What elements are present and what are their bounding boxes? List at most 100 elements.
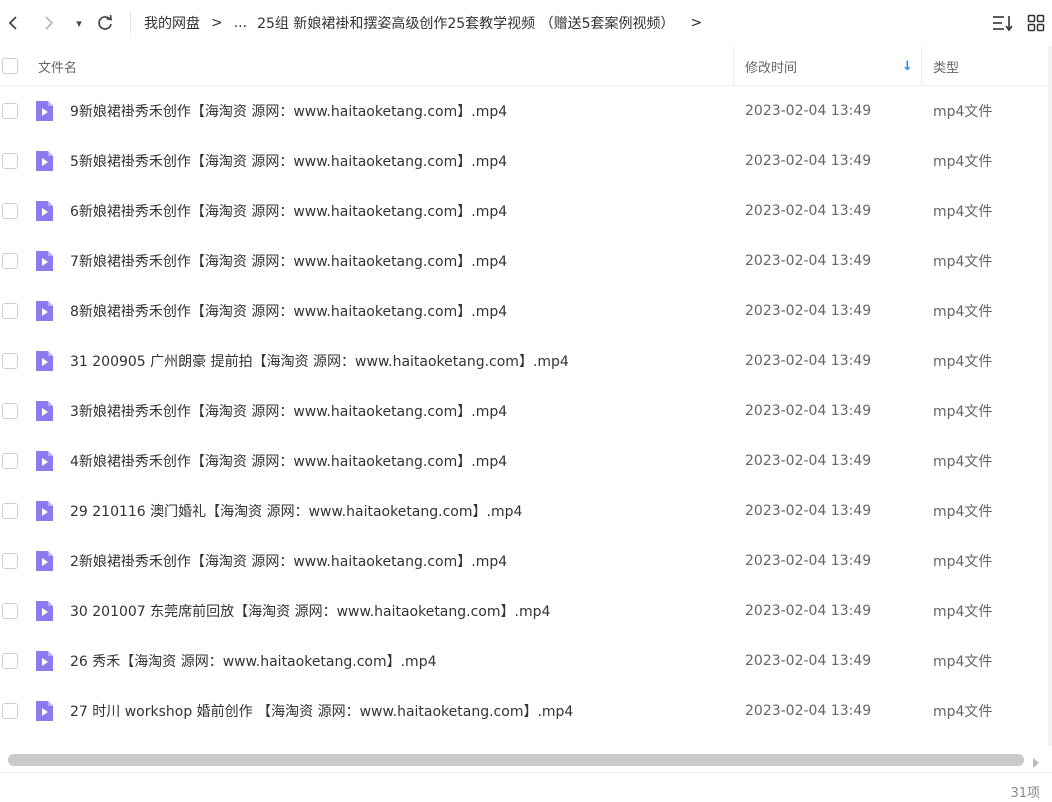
column-name-header[interactable]: 文件名 — [38, 46, 77, 86]
column-type-header[interactable]: 类型 — [933, 46, 959, 86]
row-checkbox-cell — [2, 686, 18, 736]
horizontal-scrollbar-track[interactable] — [8, 754, 1024, 766]
file-modified-time: 2023-02-04 13:49 — [745, 603, 872, 619]
horizontal-scrollbar[interactable] — [0, 752, 1052, 768]
file-modified-time: 2023-02-04 13:49 — [745, 653, 872, 669]
video-file-icon — [34, 336, 54, 386]
file-name[interactable]: 29 210116 澳门婚礼【海淘资 源网：www.haitaoketang.c… — [70, 486, 730, 536]
video-file-icon — [34, 186, 54, 236]
row-checkbox-cell — [2, 236, 18, 286]
row-checkbox[interactable] — [2, 603, 18, 619]
sort-list-icon — [993, 16, 1013, 32]
video-file-icon — [34, 536, 54, 586]
file-modified-time: 2023-02-04 13:49 — [745, 153, 872, 169]
file-row[interactable]: 3新娘裙褂秀禾创作【海淘资 源网：www.haitaoketang.com】.m… — [0, 386, 1052, 436]
file-name[interactable]: 9新娘裙褂秀禾创作【海淘资 源网：www.haitaoketang.com】.m… — [70, 86, 730, 136]
column-mtime-header[interactable]: 修改时间 — [745, 46, 797, 86]
row-checkbox[interactable] — [2, 403, 18, 419]
row-checkbox[interactable] — [2, 453, 18, 469]
file-name[interactable]: 8新娘裙褂秀禾创作【海淘资 源网：www.haitaoketang.com】.m… — [70, 286, 730, 336]
breadcrumb-trailing-separator[interactable]: > — [691, 15, 703, 31]
file-row[interactable]: 4新娘裙褂秀禾创作【海淘资 源网：www.haitaoketang.com】.m… — [0, 436, 1052, 486]
toolbar-divider — [130, 12, 131, 34]
column-divider[interactable] — [921, 46, 922, 86]
video-file-icon — [34, 136, 54, 186]
video-file-icon — [34, 586, 54, 636]
file-name[interactable]: 5新娘裙褂秀禾创作【海淘资 源网：www.haitaoketang.com】.m… — [70, 136, 730, 186]
row-checkbox[interactable] — [2, 353, 18, 369]
file-name[interactable]: 31 200905 广州朗豪 提前拍【海淘资 源网：www.haitaoketa… — [70, 336, 730, 386]
file-row[interactable]: 31 200905 广州朗豪 提前拍【海淘资 源网：www.haitaoketa… — [0, 336, 1052, 386]
back-button[interactable] — [2, 12, 24, 34]
video-file-icon — [34, 286, 54, 336]
row-checkbox[interactable] — [2, 203, 18, 219]
row-checkbox[interactable] — [2, 153, 18, 169]
row-checkbox[interactable] — [2, 653, 18, 669]
select-all-checkbox[interactable] — [2, 58, 18, 74]
row-checkbox[interactable] — [2, 253, 18, 269]
file-modified-time: 2023-02-04 13:49 — [745, 203, 872, 219]
file-row[interactable]: 30 201007 东莞席前回放【海淘资 源网：www.haitaoketang… — [0, 586, 1052, 636]
file-type: mp4文件 — [933, 654, 993, 670]
row-checkbox[interactable] — [2, 703, 18, 719]
file-row[interactable]: 2新娘裙褂秀禾创作【海淘资 源网：www.haitaoketang.com】.m… — [0, 536, 1052, 586]
view-controls — [990, 12, 1052, 34]
file-modified-time: 2023-02-04 13:49 — [745, 553, 872, 569]
file-row[interactable]: 26 秀禾【海淘资 源网：www.haitaoketang.com】.mp4 20… — [0, 636, 1052, 686]
chevron-right-icon — [45, 16, 54, 30]
scroll-right-button[interactable] — [1030, 754, 1042, 768]
file-row[interactable]: 29 210116 澳门婚礼【海淘资 源网：www.haitaoketang.c… — [0, 486, 1052, 536]
file-name[interactable]: 26 秀禾【海淘资 源网：www.haitaoketang.com】.mp4 — [70, 636, 730, 686]
dropdown-arrow-icon: ▾ — [76, 16, 82, 30]
file-row[interactable]: 5新娘裙褂秀禾创作【海淘资 源网：www.haitaoketang.com】.m… — [0, 136, 1052, 186]
file-modified-time: 2023-02-04 13:49 — [745, 303, 872, 319]
file-type: mp4文件 — [933, 154, 993, 170]
breadcrumb-root[interactable]: 我的网盘 — [144, 13, 200, 33]
file-row[interactable]: 7新娘裙褂秀禾创作【海淘资 源网：www.haitaoketang.com】.m… — [0, 236, 1052, 286]
row-checkbox[interactable] — [2, 503, 18, 519]
file-row[interactable]: 9新娘裙褂秀禾创作【海淘资 源网：www.haitaoketang.com】.m… — [0, 86, 1052, 136]
column-divider[interactable] — [733, 46, 734, 86]
file-name[interactable]: 30 201007 东莞席前回放【海淘资 源网：www.haitaoketang… — [70, 586, 730, 636]
breadcrumb-current[interactable]: 25组 新娘裙褂和摆姿高级创作25套教学视频 （赠送5套案例视频） — [257, 13, 674, 33]
refresh-icon — [98, 14, 112, 30]
video-file-icon-svg — [36, 551, 53, 571]
file-name[interactable]: 2新娘裙褂秀禾创作【海淘资 源网：www.haitaoketang.com】.m… — [70, 536, 730, 586]
breadcrumb: 我的网盘 > ... 25组 新娘裙褂和摆姿高级创作25套教学视频 （赠送5套案… — [144, 0, 713, 46]
sort-button[interactable] — [990, 12, 1016, 34]
breadcrumb-separator: > — [211, 15, 223, 31]
file-row[interactable]: 27 时川 workshop 婚前创作 【海淘资 源网：www.haitaoke… — [0, 686, 1052, 736]
sort-desc-icon[interactable]: ↓ — [902, 46, 913, 86]
video-file-icon — [34, 436, 54, 486]
file-modified-time: 2023-02-04 13:49 — [745, 353, 872, 369]
file-modified-time: 2023-02-04 13:49 — [745, 453, 872, 469]
file-modified-time: 2023-02-04 13:49 — [745, 103, 872, 119]
file-row[interactable]: 8新娘裙褂秀禾创作【海淘资 源网：www.haitaoketang.com】.m… — [0, 286, 1052, 336]
forward-button[interactable] — [38, 12, 60, 34]
file-name[interactable]: 6新娘裙褂秀禾创作【海淘资 源网：www.haitaoketang.com】.m… — [70, 186, 730, 236]
row-checkbox[interactable] — [2, 553, 18, 569]
file-name[interactable]: 27 时川 workshop 婚前创作 【海淘资 源网：www.haitaoke… — [70, 686, 730, 736]
video-file-icon-svg — [36, 101, 53, 121]
video-file-icon — [34, 86, 54, 136]
row-checkbox[interactable] — [2, 103, 18, 119]
video-file-icon-svg — [36, 451, 53, 471]
file-modified-time: 2023-02-04 13:49 — [745, 503, 872, 519]
history-dropdown-button[interactable]: ▾ — [68, 12, 90, 34]
file-type: mp4文件 — [933, 254, 993, 270]
video-file-icon — [34, 236, 54, 286]
row-checkbox[interactable] — [2, 303, 18, 319]
file-row[interactable]: 6新娘裙褂秀禾创作【海淘资 源网：www.haitaoketang.com】.m… — [0, 186, 1052, 236]
breadcrumb-ellipsis[interactable]: ... — [234, 15, 247, 31]
refresh-button[interactable] — [94, 12, 116, 34]
file-type: mp4文件 — [933, 404, 993, 420]
file-name[interactable]: 4新娘裙褂秀禾创作【海淘资 源网：www.haitaoketang.com】.m… — [70, 436, 730, 486]
file-name[interactable]: 3新娘裙褂秀禾创作【海淘资 源网：www.haitaoketang.com】.m… — [70, 386, 730, 436]
video-file-icon-svg — [36, 601, 53, 621]
select-all-checkbox-cell — [2, 46, 18, 86]
file-modified-time: 2023-02-04 13:49 — [745, 703, 872, 719]
item-count: 31项 — [1010, 786, 1040, 801]
horizontal-scrollbar-thumb[interactable] — [8, 754, 1024, 766]
file-name[interactable]: 7新娘裙褂秀禾创作【海淘资 源网：www.haitaoketang.com】.m… — [70, 236, 730, 286]
grid-view-button[interactable] — [1024, 12, 1048, 34]
